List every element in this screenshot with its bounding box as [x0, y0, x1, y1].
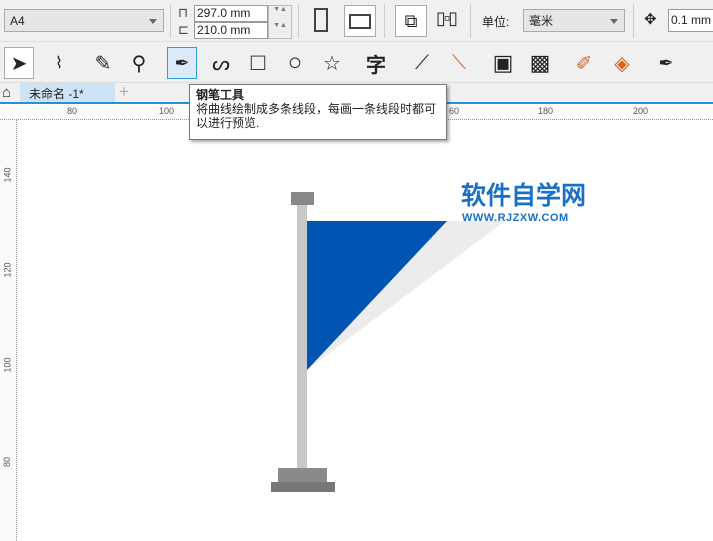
pole-base	[278, 468, 327, 482]
pole	[297, 205, 307, 470]
pole-cap	[291, 192, 314, 205]
tooltip: 钢笔工具 将曲线绘制成多条线段，每画一条线段时都可以进行预览.	[189, 84, 447, 140]
canvas-drawing[interactable]	[0, 0, 713, 541]
watermark-title: 软件自学网	[461, 182, 587, 210]
pole-base-bottom	[271, 482, 335, 492]
watermark-url: WWW.RJZXW.COM	[462, 212, 569, 224]
tooltip-body: 将曲线绘制成多条线段，每画一条线段时都可以进行预览.	[196, 102, 437, 130]
tooltip-title: 钢笔工具	[196, 88, 245, 102]
